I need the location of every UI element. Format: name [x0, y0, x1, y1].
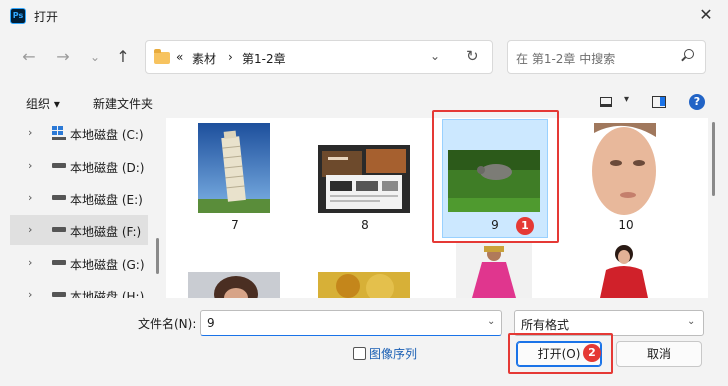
filename-field[interactable]: 9 ⌄ [200, 310, 502, 336]
filename-history-chevron-icon[interactable]: ⌄ [487, 316, 495, 327]
drive-icon [52, 227, 66, 232]
filename-label: 文件名(N): [138, 317, 197, 331]
sidebar-item-drive-e[interactable]: › 本地磁盘 (E:) [10, 183, 148, 213]
thumbnail-woman-portrait[interactable] [188, 272, 280, 298]
breadcrumb-separator: › [228, 50, 233, 64]
drive-icon [52, 195, 66, 200]
breadcrumb-item[interactable]: 第1-2章 [242, 50, 286, 67]
expand-chevron-icon[interactable]: › [28, 126, 32, 139]
system-drive-icon [52, 126, 66, 140]
image-sequence-checkbox[interactable] [353, 347, 366, 360]
new-folder-button[interactable]: 新建文件夹 [93, 95, 153, 112]
sidebar-scrollbar[interactable] [156, 238, 159, 274]
sidebar-item-drive-c[interactable]: › 本地磁盘 (C:) [10, 118, 148, 148]
thumbnail-autumn-tree[interactable] [318, 272, 410, 298]
navigation-pane: › 本地磁盘 (C:) › 本地磁盘 (D:) › 本地磁盘 (E:) › 本地… [10, 118, 160, 298]
file-name-8[interactable]: 8 [345, 218, 385, 232]
sidebar-item-label: 本地磁盘 (F:) [70, 225, 142, 239]
file-name-7[interactable]: 7 [215, 218, 255, 232]
expand-chevron-icon[interactable]: › [28, 223, 32, 236]
cancel-button[interactable]: 取消 [616, 341, 702, 367]
sidebar-item-drive-h[interactable]: › 本地磁盘 (H:) [10, 280, 148, 298]
expand-chevron-icon[interactable]: › [28, 159, 32, 172]
window-title: 打开 [34, 10, 59, 24]
drive-icon [52, 260, 66, 265]
sidebar-item-label: 本地磁盘 (E:) [70, 193, 143, 207]
forward-arrow-icon[interactable]: → [52, 44, 74, 70]
annotation-highlight-1 [432, 110, 559, 243]
view-mode-icon[interactable] [600, 97, 612, 107]
image-sequence-label[interactable]: 图像序列 [369, 345, 417, 362]
thumbnail-face-portrait[interactable] [584, 123, 666, 215]
expand-chevron-icon[interactable]: › [28, 256, 32, 269]
sidebar-item-label: 本地磁盘 (G:) [70, 258, 145, 272]
search-icon[interactable] [680, 49, 694, 63]
content-scrollbar[interactable] [712, 122, 715, 196]
expand-chevron-icon[interactable]: › [28, 288, 32, 298]
sidebar-item-drive-f[interactable]: › 本地磁盘 (F:) [10, 215, 148, 245]
annotation-badge-2: 2 [583, 344, 601, 362]
drive-icon [52, 292, 66, 297]
view-options-chevron-icon[interactable]: ▾ [624, 94, 629, 105]
thumbnail-leaning-tower[interactable] [198, 123, 270, 213]
help-icon[interactable]: ? [689, 94, 705, 110]
address-history-chevron-icon[interactable]: ⌄ [430, 49, 440, 63]
breadcrumb-overflow[interactable]: « [176, 50, 183, 64]
sidebar-item-drive-d[interactable]: › 本地磁盘 (D:) [10, 151, 148, 181]
organize-menu[interactable]: 组织 ▾ [26, 95, 60, 112]
preview-pane-icon[interactable] [652, 96, 666, 108]
breadcrumb-item[interactable]: 素材 [192, 50, 216, 67]
back-arrow-icon[interactable]: ← [18, 44, 40, 70]
filename-value[interactable]: 9 [207, 316, 215, 330]
sidebar-item-label: 本地磁盘 (C:) [70, 128, 144, 142]
photoshop-app-icon: Ps [10, 8, 26, 24]
title-bar [0, 0, 728, 32]
annotation-badge-1: 1 [516, 217, 534, 235]
folder-icon [154, 49, 170, 64]
sidebar-item-label: 本地磁盘 (H:) [70, 290, 145, 298]
close-button[interactable]: ✕ [694, 4, 718, 26]
recent-locations-chevron-icon[interactable]: ⌄ [84, 44, 106, 70]
thumbnail-website-screens[interactable] [318, 145, 410, 213]
search-input[interactable]: 在 第1-2章 中搜索 [516, 50, 615, 67]
filetype-value: 所有格式 [521, 318, 570, 332]
sidebar-item-label: 本地磁盘 (D:) [70, 161, 145, 175]
file-name-10[interactable]: 10 [606, 218, 646, 232]
sidebar-item-drive-g[interactable]: › 本地磁盘 (G:) [10, 248, 148, 278]
up-arrow-icon[interactable]: ↑ [112, 44, 134, 70]
search-box[interactable]: 在 第1-2章 中搜索 [507, 40, 706, 74]
thumbnail-woman-pink-dress[interactable] [456, 242, 532, 298]
expand-chevron-icon[interactable]: › [28, 191, 32, 204]
drive-icon [52, 163, 66, 168]
address-bar[interactable]: « 素材 › 第1-2章 ⌄ ↻ [145, 40, 493, 74]
refresh-icon[interactable]: ↻ [466, 47, 479, 65]
thumbnail-woman-red-dress[interactable] [578, 242, 670, 298]
filetype-chevron-icon[interactable]: ⌄ [687, 316, 695, 327]
